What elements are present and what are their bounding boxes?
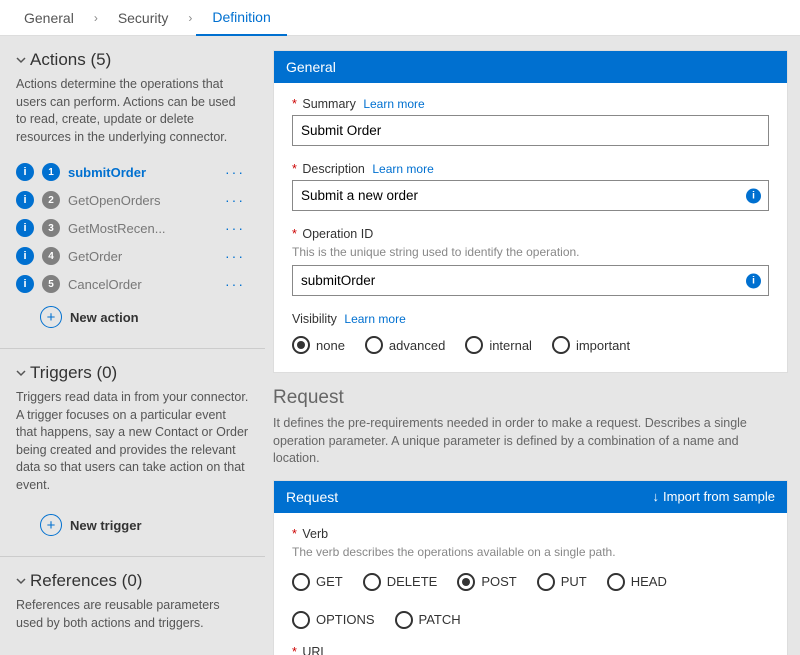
required-star-icon: *	[292, 162, 297, 176]
actions-list: i1submitOrder···i2GetOpenOrders···i3GetM…	[16, 158, 249, 298]
description-input[interactable]	[292, 180, 769, 211]
action-label: GetOpenOrders	[68, 193, 213, 208]
sidebar-actions-header[interactable]: Actions (5)	[16, 50, 249, 70]
info-icon: i	[16, 163, 34, 181]
action-number-badge: 1	[42, 163, 60, 181]
chevron-down-icon	[16, 55, 26, 65]
verb-label: * Verb	[292, 527, 769, 541]
required-star-icon: *	[292, 97, 297, 111]
sidebar-references-desc: References are reusable parameters used …	[16, 597, 249, 632]
sidebar-triggers-header[interactable]: Triggers (0)	[16, 363, 249, 383]
operation-id-hint: This is the unique string used to identi…	[292, 245, 769, 259]
new-trigger-label: New trigger	[70, 518, 142, 533]
visibility-radio-internal[interactable]: internal	[465, 336, 532, 354]
chevron-right-icon: ›	[90, 11, 102, 25]
required-star-icon: *	[292, 227, 297, 241]
sidebar-action-item[interactable]: i1 submitOrder ···	[16, 158, 249, 186]
action-number-badge: 4	[42, 247, 60, 265]
more-icon[interactable]: ···	[221, 248, 249, 264]
more-icon[interactable]: ···	[221, 220, 249, 236]
visibility-radio-none[interactable]: none	[292, 336, 345, 354]
plus-icon: +	[40, 306, 62, 328]
request-panel: Request Import from sample * Verb The ve…	[273, 480, 788, 655]
sidebar-actions-title: Actions (5)	[30, 50, 111, 70]
visibility-radio-advanced[interactable]: advanced	[365, 336, 445, 354]
operation-id-input[interactable]	[292, 265, 769, 296]
action-label: GetOrder	[68, 249, 213, 264]
general-panel-header: General	[274, 51, 787, 83]
sidebar-action-item[interactable]: i4 GetOrder ···	[16, 242, 249, 270]
info-icon: i	[16, 247, 34, 265]
tab-definition[interactable]: Definition	[196, 0, 286, 36]
plus-icon: +	[40, 514, 62, 536]
verb-radio-head[interactable]: HEAD	[607, 573, 667, 591]
visibility-learn-more-link[interactable]: Learn more	[344, 312, 405, 326]
sidebar-action-item[interactable]: i2 GetOpenOrders ···	[16, 186, 249, 214]
sidebar-references-title: References (0)	[30, 571, 142, 591]
required-star-icon: *	[292, 645, 297, 655]
visibility-label: Visibility Learn more	[292, 312, 769, 326]
url-label: * URL	[292, 645, 769, 655]
sidebar-action-item[interactable]: i3 GetMostRecen... ···	[16, 214, 249, 242]
action-number-badge: 5	[42, 275, 60, 293]
verb-radio-options[interactable]: OPTIONS	[292, 611, 375, 629]
action-label: GetMostRecen...	[68, 221, 213, 236]
sidebar-actions-desc: Actions determine the operations that us…	[16, 76, 249, 146]
request-section-title: Request	[273, 387, 788, 409]
summary-learn-more-link[interactable]: Learn more	[363, 97, 424, 111]
sidebar: Actions (5) Actions determine the operat…	[0, 36, 265, 655]
more-icon[interactable]: ···	[221, 192, 249, 208]
download-icon	[653, 489, 660, 504]
tab-general[interactable]: General	[8, 0, 90, 36]
info-icon: i	[16, 219, 34, 237]
action-number-badge: 3	[42, 219, 60, 237]
general-panel: General * Summary Learn more * Descripti…	[273, 50, 788, 373]
info-icon[interactable]: i	[746, 273, 761, 288]
visibility-radio-important[interactable]: important	[552, 336, 630, 354]
more-icon[interactable]: ···	[221, 164, 249, 180]
chevron-down-icon	[16, 576, 26, 586]
verb-radio-get[interactable]: GET	[292, 573, 343, 591]
verb-radio-put[interactable]: PUT	[537, 573, 587, 591]
description-learn-more-link[interactable]: Learn more	[372, 162, 433, 176]
action-label: CancelOrder	[68, 277, 213, 292]
summary-input[interactable]	[292, 115, 769, 146]
chevron-right-icon: ›	[184, 11, 196, 25]
main-content: General * Summary Learn more * Descripti…	[265, 36, 800, 655]
action-number-badge: 2	[42, 191, 60, 209]
operation-id-label: * Operation ID	[292, 227, 769, 241]
request-section-desc: It defines the pre-requirements needed i…	[273, 415, 788, 468]
visibility-radio-group: none advanced internal important	[292, 336, 769, 354]
info-icon: i	[16, 191, 34, 209]
verb-radio-post[interactable]: POST	[457, 573, 516, 591]
chevron-down-icon	[16, 368, 26, 378]
verb-radio-delete[interactable]: DELETE	[363, 573, 438, 591]
summary-label: * Summary Learn more	[292, 97, 769, 111]
import-from-sample-link[interactable]: Import from sample	[653, 489, 775, 504]
tab-security[interactable]: Security	[102, 0, 185, 36]
required-star-icon: *	[292, 527, 297, 541]
breadcrumb-tabs: General › Security › Definition	[0, 0, 800, 36]
verb-hint: The verb describes the operations availa…	[292, 545, 769, 559]
sidebar-action-item[interactable]: i5 CancelOrder ···	[16, 270, 249, 298]
request-panel-header: Request Import from sample	[274, 481, 787, 513]
more-icon[interactable]: ···	[221, 276, 249, 292]
sidebar-triggers-title: Triggers (0)	[30, 363, 117, 383]
sidebar-triggers-desc: Triggers read data in from your connecto…	[16, 389, 249, 494]
verb-radio-group: GET DELETE POST PUT HEAD OPTIONS PATCH	[292, 573, 769, 629]
verb-radio-patch[interactable]: PATCH	[395, 611, 461, 629]
info-icon[interactable]: i	[746, 188, 761, 203]
new-action-button[interactable]: + New action	[16, 298, 249, 334]
new-trigger-button[interactable]: + New trigger	[16, 506, 249, 542]
info-icon: i	[16, 275, 34, 293]
description-label: * Description Learn more	[292, 162, 769, 176]
sidebar-references-header[interactable]: References (0)	[16, 571, 249, 591]
action-label: submitOrder	[68, 165, 213, 180]
new-action-label: New action	[70, 310, 139, 325]
